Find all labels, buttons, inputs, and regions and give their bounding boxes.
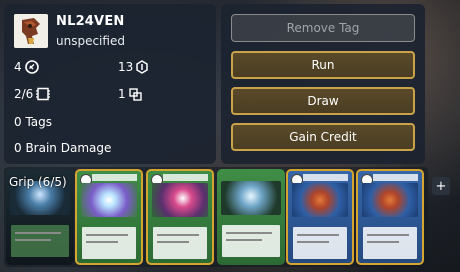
- card-art: [152, 183, 208, 217]
- agenda-value: 1: [118, 87, 126, 101]
- card-art: [292, 183, 348, 217]
- card-art: [81, 183, 137, 217]
- run-button[interactable]: Run: [231, 51, 415, 79]
- hand-card[interactable]: [356, 169, 424, 265]
- player-subtitle: unspecified: [56, 34, 125, 48]
- agenda-stat: 1: [118, 87, 142, 101]
- expand-grip-button[interactable]: +: [432, 177, 450, 195]
- memory-icon: [36, 87, 51, 101]
- grip-label: Grip (6/5): [9, 175, 67, 189]
- card-text: [293, 227, 347, 259]
- card-art: [362, 183, 418, 217]
- remove-tag-button[interactable]: Remove Tag: [231, 14, 415, 42]
- card-text: [11, 225, 69, 257]
- brain-damage-count: 0 Brain Damage: [14, 141, 112, 155]
- hand-card[interactable]: [217, 169, 285, 265]
- player-name: NL24VEN: [56, 14, 125, 29]
- card-title: [373, 174, 418, 181]
- card-text: [363, 227, 417, 259]
- link-icon: [136, 60, 149, 74]
- credits-stat: 4: [14, 60, 39, 74]
- card-text: [82, 227, 136, 259]
- player-avatar[interactable]: [14, 14, 48, 48]
- card-title: [163, 174, 208, 181]
- player-stats-panel: NL24VEN unspecified 4 13 2/6 1 0 Tags 0 …: [4, 4, 216, 164]
- avatar-image: [14, 14, 48, 48]
- memory-stat: 2/6: [14, 87, 51, 101]
- card-title: [92, 174, 137, 181]
- action-panel: Remove Tag Run Draw Gain Credit: [221, 4, 425, 164]
- draw-button[interactable]: Draw: [231, 87, 415, 115]
- credit-icon: [24, 60, 39, 74]
- memory-value: 2/6: [14, 87, 34, 101]
- hand-card[interactable]: [146, 169, 214, 265]
- tags-count: 0 Tags: [14, 115, 53, 129]
- card-art: [221, 181, 281, 215]
- card-text: [222, 225, 280, 257]
- gain-credit-button[interactable]: Gain Credit: [231, 123, 415, 151]
- link-value: 13: [118, 60, 134, 74]
- hand-card[interactable]: [286, 169, 354, 265]
- agenda-icon: [128, 87, 142, 101]
- card-text: [153, 227, 207, 259]
- hand-card[interactable]: [75, 169, 143, 265]
- card-title: [303, 174, 348, 181]
- link-stat: 13: [118, 60, 149, 74]
- credits-value: 4: [14, 60, 22, 74]
